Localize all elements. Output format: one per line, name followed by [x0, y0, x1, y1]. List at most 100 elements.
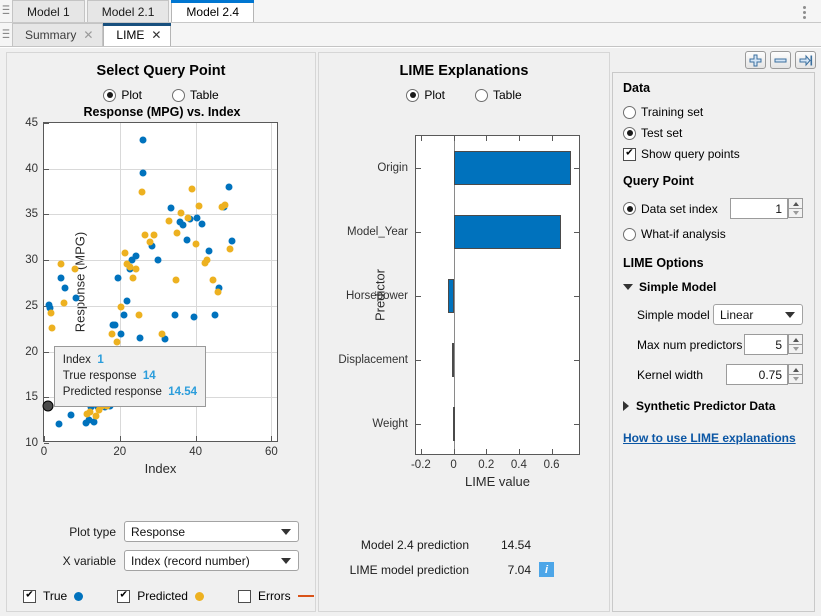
scatter-point[interactable] [113, 338, 121, 345]
x-variable-select[interactable]: Index (record number) [124, 550, 299, 571]
left-view-mode-table[interactable]: Table [172, 88, 219, 102]
scatter-point[interactable] [132, 265, 140, 273]
simple-model-select[interactable]: Linear [713, 304, 803, 325]
scatter-point[interactable] [117, 330, 125, 338]
lime-value-bar[interactable] [453, 215, 561, 249]
radio-training-set[interactable]: Training set [623, 105, 814, 119]
scatter-point[interactable] [132, 252, 140, 260]
lime-value-bar[interactable] [453, 407, 456, 441]
scatter-point[interactable] [172, 276, 180, 284]
data-set-index-input[interactable]: 1 [730, 198, 788, 219]
scatter-point[interactable] [165, 217, 173, 225]
tab-summary[interactable]: Summary ✕ [12, 23, 104, 46]
legend-predicted[interactable]: Predicted [117, 589, 204, 603]
scatter-point[interactable] [158, 330, 166, 338]
spin-up-icon[interactable] [788, 364, 803, 374]
radio-what-if-analysis[interactable]: What-if analysis [623, 227, 814, 241]
info-icon[interactable]: i [539, 562, 554, 577]
checkbox-icon[interactable] [117, 589, 131, 603]
scatter-point[interactable] [57, 260, 65, 268]
scatter-point[interactable] [60, 299, 68, 307]
scatter-point[interactable] [47, 309, 55, 317]
scatter-point[interactable] [211, 311, 219, 319]
scatter-point[interactable] [139, 136, 147, 144]
scatter-point[interactable] [214, 288, 222, 296]
tab-lime[interactable]: LIME ✕ [103, 23, 172, 46]
scatter-point[interactable] [195, 202, 203, 210]
kernel-width-input[interactable]: 0.75 [726, 364, 788, 385]
close-icon[interactable]: ✕ [83, 29, 93, 41]
scatter-point[interactable] [167, 204, 175, 212]
spin-down-icon[interactable] [788, 374, 803, 384]
left-view-mode-plot[interactable]: Plot [103, 88, 142, 102]
scatter-point[interactable] [192, 240, 200, 248]
spin-down-icon[interactable] [788, 208, 803, 218]
scatter-point[interactable] [228, 237, 236, 245]
scatter-point[interactable] [108, 330, 116, 338]
scatter-point[interactable] [129, 274, 137, 282]
model-tab-1[interactable]: Model 1 [12, 0, 85, 22]
kebab-menu-icon[interactable] [795, 3, 813, 21]
scatter-point[interactable] [188, 185, 196, 193]
scatter-point[interactable] [173, 229, 181, 237]
lime-value-bar[interactable] [453, 151, 572, 185]
checkbox-icon[interactable] [237, 589, 251, 603]
scatter-point[interactable] [135, 311, 143, 319]
scatter-point[interactable] [203, 256, 211, 264]
scatter-point[interactable] [121, 249, 129, 257]
scatter-point[interactable] [117, 303, 125, 311]
lime-value-bar[interactable] [451, 343, 454, 377]
add-panel-button[interactable] [745, 51, 766, 69]
kernel-width-spin-buttons[interactable] [788, 364, 803, 385]
remove-panel-button[interactable] [770, 51, 791, 69]
scatter-point[interactable] [141, 231, 149, 239]
kernel-width-stepper[interactable]: 0.75 [726, 364, 803, 385]
max-num-predictors-spin-buttons[interactable] [788, 334, 803, 355]
scatter-point[interactable] [55, 420, 63, 428]
how-to-use-lime-link[interactable]: How to use LIME explanations [623, 431, 796, 445]
doc-tab-grip-handle[interactable]: ☰ [0, 23, 12, 46]
scatter-point[interactable] [71, 265, 79, 273]
radio-test-set[interactable]: Test set [623, 126, 814, 140]
scatter-point[interactable] [72, 294, 80, 302]
scatter-point[interactable] [171, 311, 179, 319]
scatter-point[interactable] [114, 274, 122, 282]
scatter-point[interactable] [190, 313, 198, 321]
scatter-point[interactable] [205, 247, 212, 255]
response-scatter-chart[interactable]: Response (MPG) vs. Index Response (MPG) … [7, 105, 317, 515]
scatter-point[interactable] [138, 188, 146, 196]
spin-up-icon[interactable] [788, 198, 803, 208]
scatter-plot-axes[interactable]: Response (MPG) Index 10 15 20 25 30 35 40 45 0 20… [25, 117, 278, 476]
scatter-point[interactable] [184, 214, 192, 222]
max-num-predictors-input[interactable]: 5 [744, 334, 788, 355]
scatter-point[interactable] [183, 236, 191, 244]
scatter-point[interactable] [177, 209, 185, 217]
lime-value-bar[interactable] [447, 279, 454, 313]
legend-errors[interactable]: Errors [237, 589, 314, 603]
max-num-predictors-stepper[interactable]: 5 [744, 334, 803, 355]
model-tab-2-4[interactable]: Model 2.4 [171, 0, 255, 22]
legend-true[interactable]: True [23, 589, 84, 603]
scatter-point[interactable] [139, 169, 147, 177]
radio-data-set-index[interactable]: Data set index [623, 202, 730, 216]
scatter-point[interactable] [209, 276, 217, 284]
mid-view-mode-plot[interactable]: Plot [406, 88, 445, 102]
scatter-point[interactable] [136, 334, 144, 342]
scatter-point[interactable] [61, 284, 69, 292]
spin-down-icon[interactable] [788, 344, 803, 354]
scatter-point[interactable] [226, 245, 234, 253]
checkbox-show-query-points[interactable]: Show query points [623, 147, 814, 161]
collapse-panel-button[interactable] [795, 51, 816, 69]
mid-view-mode-table[interactable]: Table [475, 88, 522, 102]
scatter-point[interactable] [146, 238, 154, 246]
scatter-point[interactable] [179, 221, 187, 229]
lime-bar-chart[interactable]: Predictor LIME value -0.2 0 0.2 0.4 0.6 Origi… [319, 105, 611, 525]
scatter-point[interactable] [92, 412, 100, 420]
scatter-point[interactable] [225, 183, 233, 191]
data-set-index-stepper[interactable]: 1 [730, 198, 803, 219]
scatter-point[interactable] [57, 274, 65, 282]
scatter-point[interactable] [198, 220, 206, 228]
scatter-point[interactable] [154, 256, 162, 264]
checkbox-icon[interactable] [23, 589, 36, 603]
scatter-point[interactable] [67, 411, 75, 419]
